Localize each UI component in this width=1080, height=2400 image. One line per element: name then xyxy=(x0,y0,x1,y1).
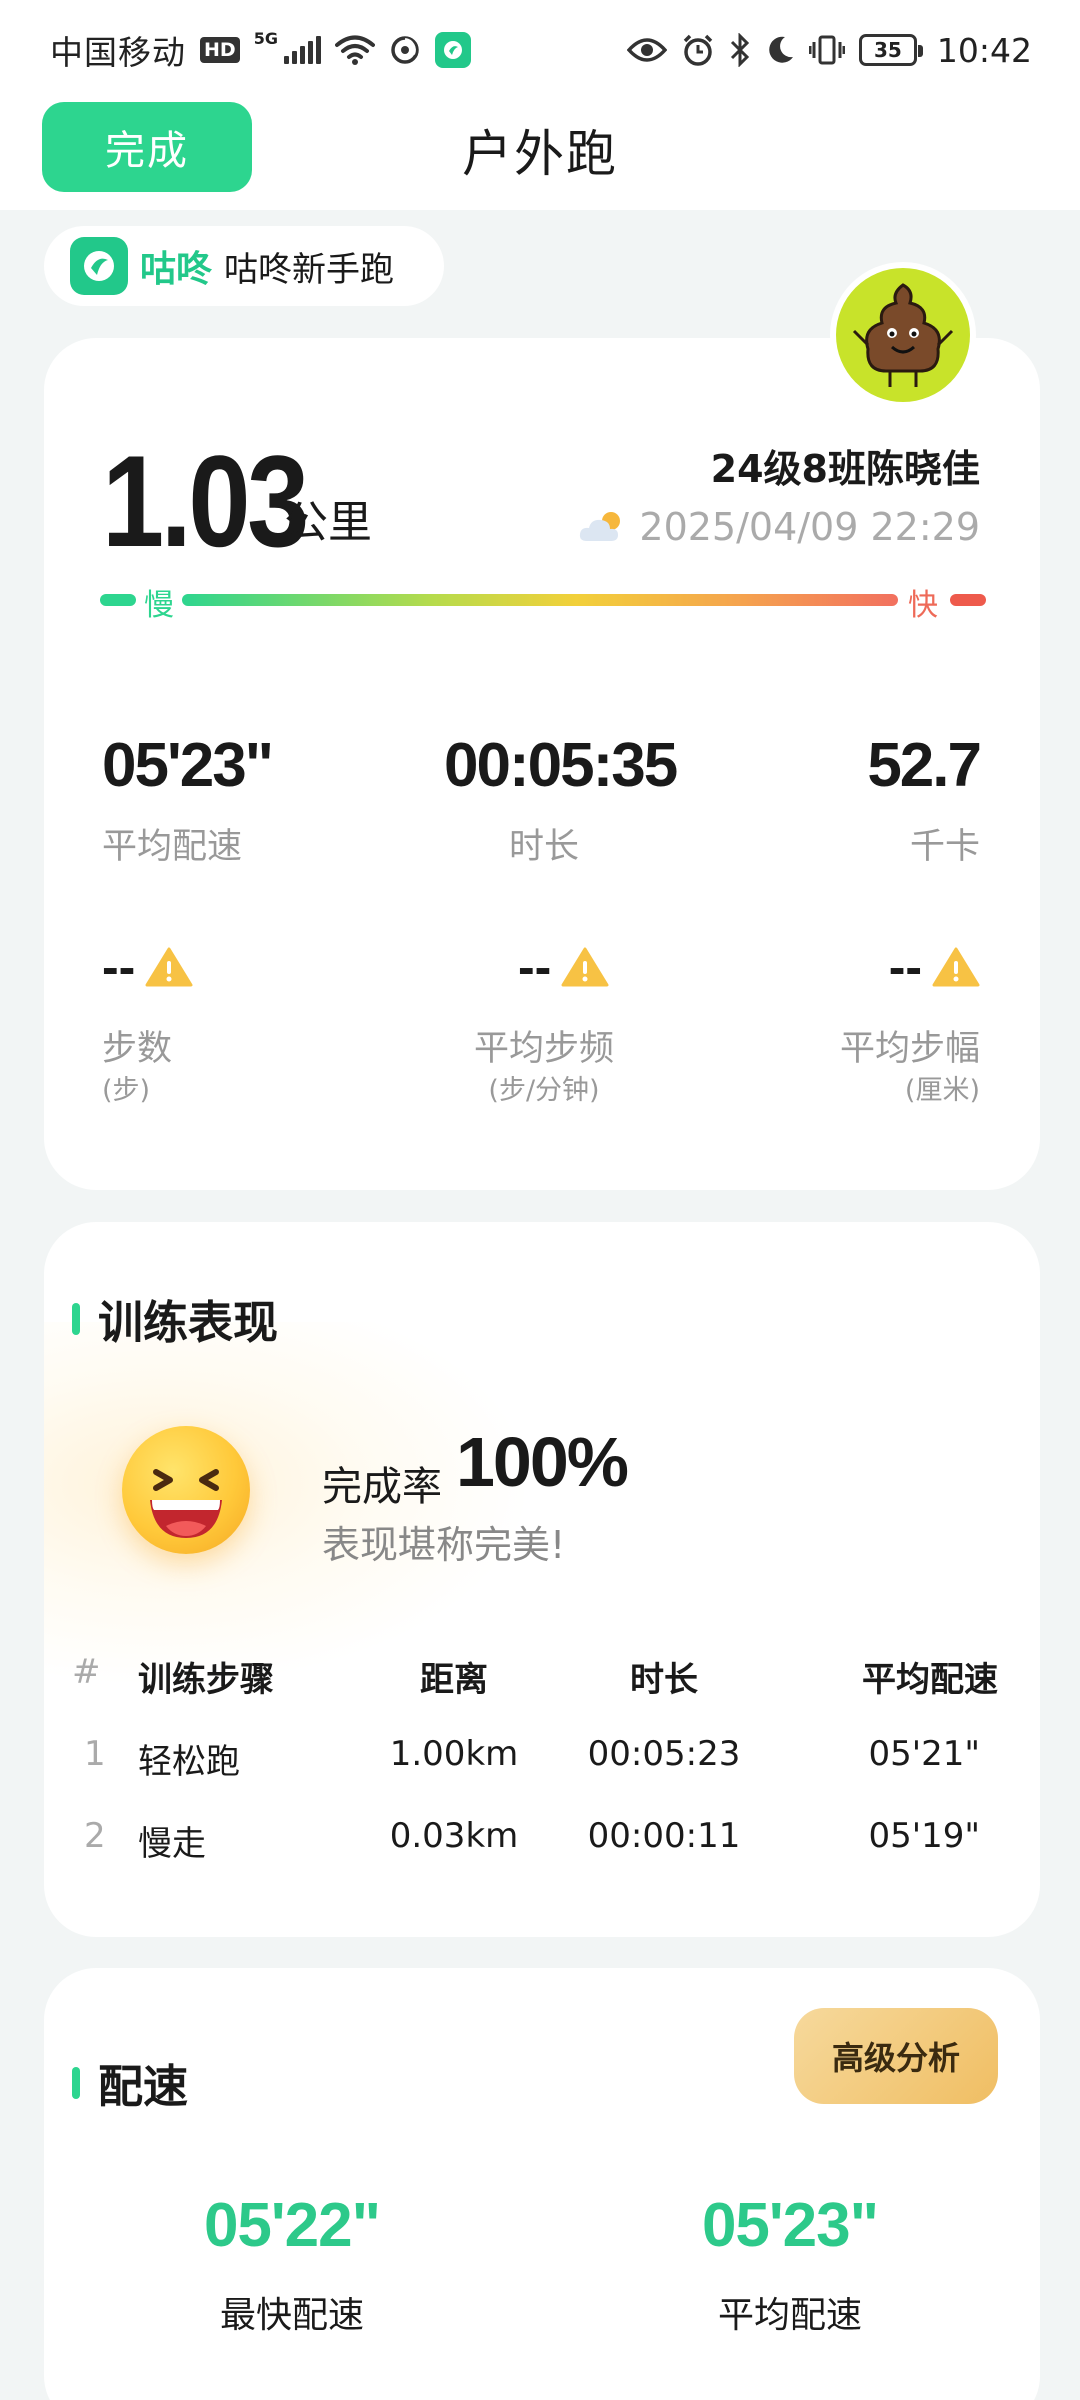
avatar[interactable] xyxy=(830,262,976,408)
row-distance: 1.00km xyxy=(389,1734,519,1774)
avg-pace-value: 05'23" xyxy=(102,731,274,800)
pace-scale-bar: 慢 快 xyxy=(100,580,986,623)
steps-unit: (步) xyxy=(102,1075,151,1106)
average-pace-value: 05'23" xyxy=(701,2191,879,2260)
pace-title: 配速 xyxy=(98,2060,189,2113)
battery-level: 35 xyxy=(873,38,902,62)
wifi-icon xyxy=(334,35,375,65)
completion-label: 完成率 xyxy=(322,1464,442,1510)
cloudy-weather-icon xyxy=(580,512,621,541)
status-bar: 中国移动 HD 5G 35 10:42 xyxy=(0,0,1080,100)
training-title: 训练表现 xyxy=(98,1296,279,1349)
signal-icon xyxy=(283,36,321,64)
pace-scale-left-segment xyxy=(100,594,136,606)
completion-value: 100% xyxy=(456,1423,629,1501)
completion-comment: 表现堪称完美! xyxy=(322,1523,566,1567)
page-title: 户外跑 xyxy=(462,125,618,183)
hotspot-icon xyxy=(391,36,419,64)
steps-value-text: -- xyxy=(102,939,136,995)
pace-gradient xyxy=(182,594,898,606)
warning-icon[interactable] xyxy=(932,946,980,988)
clock: 10:42 xyxy=(936,30,1032,70)
row-duration: 00:05:23 xyxy=(587,1734,741,1774)
hd-icon: HD xyxy=(200,37,240,63)
row-index: 2 xyxy=(84,1816,106,1856)
col-header-step: 训练步骤 xyxy=(138,1660,274,1700)
warning-icon[interactable] xyxy=(561,946,609,988)
section-bar xyxy=(72,1302,80,1335)
laughing-face-icon xyxy=(122,1426,250,1554)
cadence-unit: (步/分钟) xyxy=(488,1075,600,1106)
codoon-logo-icon xyxy=(70,237,128,295)
warning-icon[interactable] xyxy=(145,946,193,988)
stride-label: 平均步幅 xyxy=(839,1029,980,1069)
plan-name: 咕咚新手跑 xyxy=(224,249,395,290)
col-header-distance: 距离 xyxy=(420,1660,488,1700)
row-duration: 00:00:11 xyxy=(587,1816,741,1856)
calories-value: 52.7 xyxy=(867,731,982,800)
stride-unit: (厘米) xyxy=(904,1075,980,1106)
pace-card: 配速 高级分析 05'22" 最快配速 05'23" 平均配速 xyxy=(44,1968,1040,2400)
duration-label: 时长 xyxy=(508,827,579,867)
cadence-label: 平均步频 xyxy=(473,1029,614,1069)
row-avg-pace: 05'21" xyxy=(868,1734,980,1774)
row-step: 慢走 xyxy=(138,1824,206,1864)
training-card: 训练表现 完成率 100% 表现堪称完美! # 训练步骤 距离 时长 平均配速 … xyxy=(44,1222,1040,1937)
section-bar xyxy=(72,2066,80,2099)
stride-value-text: -- xyxy=(888,939,922,995)
moon-icon xyxy=(769,36,793,63)
row-index: 1 xyxy=(84,1734,106,1774)
carrier-name: 中国移动 xyxy=(50,33,186,72)
row-distance: 0.03km xyxy=(389,1816,519,1856)
user-name: 24级8班陈晓佳 xyxy=(710,447,980,491)
battery-icon: 35 xyxy=(858,34,923,66)
distance-value: 1.03 xyxy=(102,428,309,574)
calories-label: 千卡 xyxy=(909,827,980,867)
col-header-index: # xyxy=(72,1652,101,1692)
average-pace-label: 平均配速 xyxy=(717,2295,862,2336)
training-section-title: 训练表现 xyxy=(72,1286,278,1351)
slow-label: 慢 xyxy=(144,588,174,623)
glow xyxy=(44,1322,524,1682)
top-bar: 完成 户外跑 xyxy=(0,100,1080,210)
run-date: 2025/04/09 22:29 xyxy=(639,505,980,549)
plan-tag[interactable]: 咕咚 咕咚新手跑 xyxy=(44,226,444,306)
run-date-row: 2025/04/09 22:29 xyxy=(577,505,980,549)
vibrate-icon xyxy=(808,35,845,65)
fastest-pace-label: 最快配速 xyxy=(219,2295,364,2336)
col-header-duration: 时长 xyxy=(630,1660,698,1700)
duration-value: 00:05:35 xyxy=(444,731,678,800)
alarm-icon xyxy=(683,34,713,66)
fastest-pace-value: 05'22" xyxy=(203,2191,381,2260)
pace-scale-right-segment xyxy=(950,594,986,606)
avg-pace-label: 平均配速 xyxy=(102,827,243,867)
cadence-value-text: -- xyxy=(518,939,552,995)
cadence-value: -- xyxy=(518,938,609,996)
pace-section-title: 配速 xyxy=(72,2050,188,2115)
app-notification-icon xyxy=(434,32,471,68)
stride-value: -- xyxy=(889,938,980,996)
distance-unit: 公里 xyxy=(284,497,372,548)
col-header-avg-pace: 平均配速 xyxy=(862,1660,998,1700)
network-type: 5G xyxy=(253,28,278,48)
eye-icon xyxy=(626,38,667,62)
avatar-image xyxy=(836,268,970,402)
row-avg-pace: 05'19" xyxy=(868,1816,980,1856)
advanced-analysis-button[interactable]: 高级分析 xyxy=(794,2008,998,2104)
row-step: 轻松跑 xyxy=(138,1742,240,1782)
summary-card: 1.03 公里 24级8班陈晓佳 2025/04/09 22:29 慢 快 05… xyxy=(44,338,1040,1190)
brand-name: 咕咚 xyxy=(140,249,213,290)
bluetooth-icon xyxy=(730,33,750,67)
steps-value: -- xyxy=(102,938,193,996)
steps-label: 步数 xyxy=(102,1029,173,1069)
fast-label: 快 xyxy=(908,588,938,623)
